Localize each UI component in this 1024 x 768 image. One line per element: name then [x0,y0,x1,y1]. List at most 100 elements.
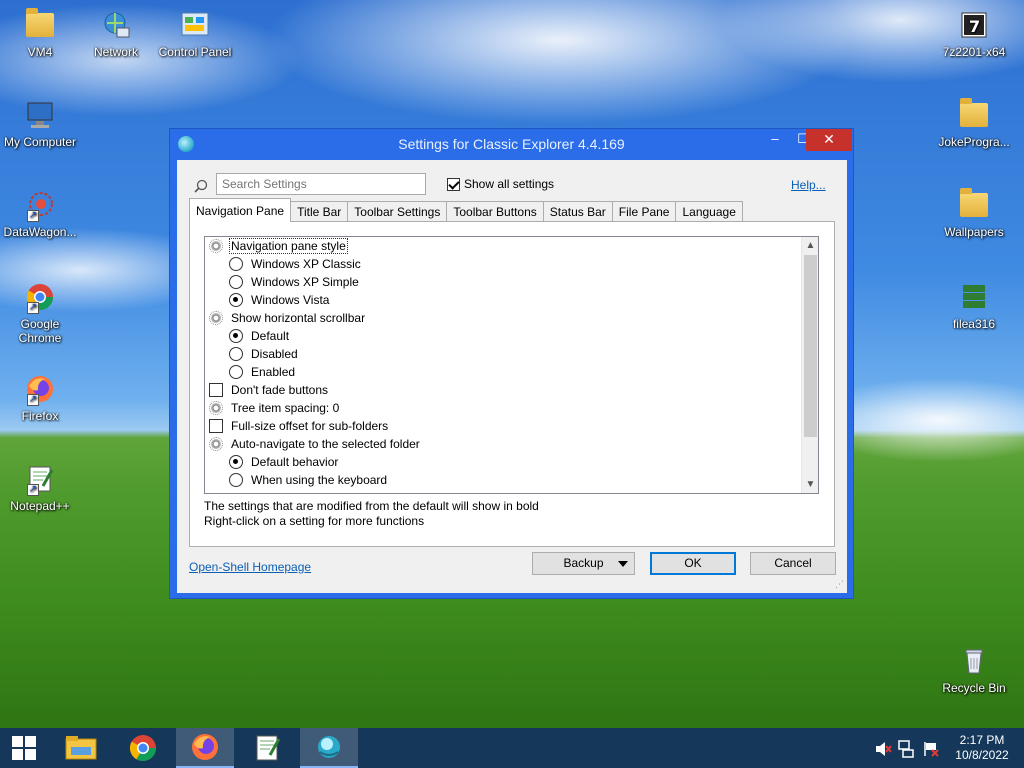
start-button[interactable] [0,728,48,768]
open-shell-homepage-link[interactable]: Open-Shell Homepage [189,560,311,574]
tree-scrollbar[interactable]: ▲ ▼ [801,237,818,493]
setting-label: Default [251,329,290,343]
checkbox[interactable] [209,419,223,433]
desktop-icon-filea316[interactable]: filea316 [934,280,1014,331]
close-button[interactable]: ✕ [806,129,852,151]
firefox-icon [192,734,218,760]
volume-muted-icon[interactable] [874,741,892,757]
setting-label: Enabled [251,365,296,379]
chrome-icon [129,735,157,762]
search-input[interactable] [216,173,426,195]
tab-language[interactable]: Language [675,201,743,222]
scroll-down-arrow-icon[interactable]: ▼ [802,476,818,493]
tab-title-bar[interactable]: Title Bar [290,201,349,222]
gear-icon [209,401,223,415]
setting-full-size-offset[interactable]: Full-size offset for sub-folders [205,417,818,435]
desktop-icon-network[interactable]: Network [76,8,156,59]
action-center-flag-icon[interactable] [922,740,940,758]
taskbar-classic-explorer-settings[interactable] [300,728,358,768]
desktop-icon-label: Wallpapers [944,225,1004,239]
setting-scrollbar-disabled[interactable]: Disabled [205,345,818,363]
folder-icon [23,8,57,42]
setting-tree-item-spacing[interactable]: Tree item spacing: 0 [205,399,818,417]
setting-label: Full-size offset for sub-folders [231,419,389,433]
desktop-icon-jokeprogram[interactable]: JokeProgra... [934,98,1014,149]
setting-windows-vista[interactable]: Windows Vista [205,291,818,309]
setting-label: Disabled [251,347,298,361]
desktop-icon-datawagon[interactable]: ↗ DataWagon... [0,188,80,239]
setting-auto-navigate-default[interactable]: Default behavior [205,453,818,471]
scrollbar-thumb[interactable] [804,255,817,437]
radio-button[interactable] [229,473,243,487]
desktop-icon-firefox[interactable]: ↗ Firefox [0,372,80,423]
notepadpp-icon [256,735,281,761]
dialog-client-area: Show all settings Help... Navigation Pan… [177,160,847,593]
classic-explorer-settings-icon [318,736,340,758]
setting-label: Windows XP Classic [251,257,361,271]
network-icon[interactable] [898,740,916,758]
radio-button[interactable] [229,365,243,379]
setting-auto-navigate-keyboard[interactable]: When using the keyboard [205,471,818,489]
desktop-icon-my-computer[interactable]: My Computer [0,98,80,149]
desktop-icon-recycle-bin[interactable]: Recycle Bin [934,644,1014,695]
scroll-up-arrow-icon[interactable]: ▲ [802,237,818,254]
setting-label: Auto-navigate to the selected folder [231,437,420,451]
desktop-icon-label: DataWagon... [3,225,77,239]
setting-windows-xp-classic[interactable]: Windows XP Classic [205,255,818,273]
tab-navigation-pane[interactable]: Navigation Pane [189,198,292,222]
radio-button-selected[interactable] [229,293,243,307]
desktop-icon-label: Google Chrome [18,317,62,345]
setting-scrollbar-default[interactable]: Default [205,327,818,345]
taskbar-notepadpp[interactable] [238,728,296,768]
radio-button-selected[interactable] [229,455,243,469]
checkbox[interactable] [447,177,460,191]
setting-windows-xp-simple[interactable]: Windows XP Simple [205,273,818,291]
desktop-icon-chrome[interactable]: ↗ Google Chrome [0,280,80,345]
desktop-icon-label: 7z2201-x64 [942,45,1006,59]
desktop-icon-control-panel[interactable]: Control Panel [155,8,235,59]
desktop-icon-notepadpp[interactable]: ↗ Notepad++ [0,462,80,513]
taskbar-firefox[interactable] [176,728,234,768]
settings-tree[interactable]: Navigation pane style Windows XP Classic… [204,236,819,494]
setting-label: Navigation pane style [229,238,348,254]
radio-button[interactable] [229,257,243,271]
start-icon [12,736,36,760]
resize-grip-icon[interactable]: ⋰ [835,579,844,590]
tab-panel-navigation-pane: Navigation pane style Windows XP Classic… [189,221,835,547]
desktop-icon-vm4[interactable]: VM4 [0,8,80,59]
title-bar[interactable]: Settings for Classic Explorer 4.4.169 – … [170,129,853,159]
setting-navigation-pane-style[interactable]: Navigation pane style [205,237,818,255]
help-link[interactable]: Help... [791,178,826,192]
taskbar: 2:17 PM 10/8/2022 [0,728,1024,768]
show-all-settings-checkbox[interactable]: Show all settings [447,177,554,191]
tab-status-bar[interactable]: Status Bar [542,201,613,222]
desktop-icon-7zip-installer[interactable]: 7 7z2201-x64 [934,8,1014,59]
setting-scrollbar-enabled[interactable]: Enabled [205,363,818,381]
setting-auto-navigate[interactable]: Auto-navigate to the selected folder [205,435,818,453]
minimize-button[interactable]: – [760,129,790,151]
checkbox[interactable] [209,383,223,397]
recycle-bin-icon [957,644,991,678]
desktop-icon-label: Network [93,45,138,59]
radio-button-selected[interactable] [229,329,243,343]
cancel-button[interactable]: Cancel [750,552,836,575]
radio-button[interactable] [229,347,243,361]
setting-label: Default behavior [251,455,339,469]
tab-toolbar-settings[interactable]: Toolbar Settings [347,201,448,222]
setting-show-horizontal-scrollbar[interactable]: Show horizontal scrollbar [205,309,818,327]
ok-button[interactable]: OK [650,552,736,575]
desktop-icon-wallpapers[interactable]: Wallpapers [934,188,1014,239]
tab-file-pane[interactable]: File Pane [611,201,677,222]
show-all-settings-label: Show all settings [464,177,555,191]
taskbar-clock[interactable]: 2:17 PM 10/8/2022 [950,733,1014,763]
setting-dont-fade-buttons[interactable]: Don't fade buttons [205,381,818,399]
desktop-icon-label: My Computer [3,135,77,149]
taskbar-file-explorer[interactable] [52,728,110,768]
backup-button[interactable]: Backup [532,552,635,575]
setting-label: Don't fade buttons [231,383,329,397]
radio-button[interactable] [229,275,243,289]
tab-toolbar-buttons[interactable]: Toolbar Buttons [446,201,544,222]
setting-label: When using the keyboard [251,473,388,487]
gear-icon [209,239,223,253]
taskbar-chrome[interactable] [114,728,172,768]
